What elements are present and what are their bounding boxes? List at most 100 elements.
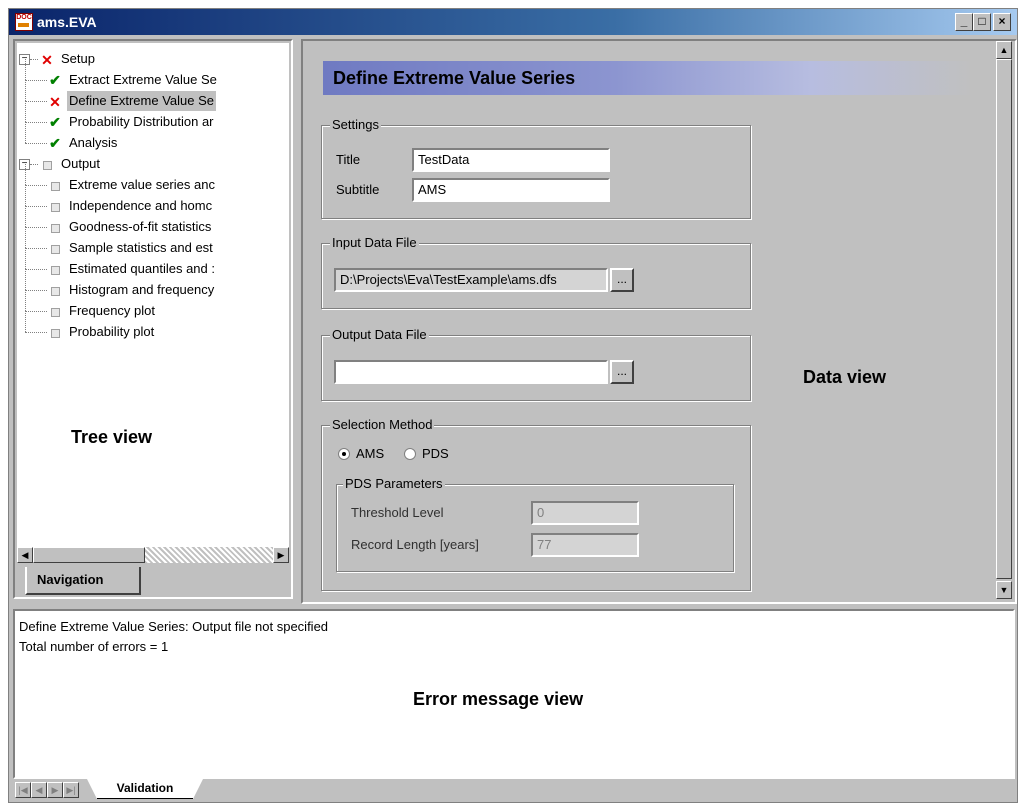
tab-validation-label: Validation — [116, 781, 174, 795]
selection-method-group: Selection Method AMS PDS PDS Parameters … — [321, 418, 751, 591]
tree-item[interactable]: Sample statistics and est — [17, 227, 287, 258]
bottom-tab-bar: |◀ ◀ ▶ ▶| Validation — [13, 779, 1015, 801]
check-icon: ✔ — [49, 135, 61, 151]
tree-item-label: Frequency plot — [69, 303, 155, 318]
minimize-button[interactable]: _ — [955, 13, 973, 31]
subtitle-label: Subtitle — [336, 182, 380, 197]
tree-item[interactable]: ✕ Define Extreme Value Se — [17, 80, 287, 111]
tree-connector — [25, 227, 47, 228]
tree-item[interactable]: Histogram and frequency — [17, 269, 287, 300]
tree-connector — [25, 248, 47, 249]
title-bar[interactable]: DOC ams.EVA _ □ × — [9, 9, 1017, 35]
error-x-icon: ✕ — [41, 52, 53, 68]
check-icon: ✔ — [49, 114, 61, 130]
tree-connector — [25, 227, 26, 248]
next-tab-icon[interactable]: ▶ — [47, 782, 63, 798]
tree-item[interactable]: − Output — [17, 154, 287, 174]
tree-connector — [25, 80, 26, 101]
tree-item[interactable]: ✔ Extract Extreme Value Se — [17, 59, 287, 90]
close-button[interactable]: × — [993, 13, 1011, 31]
tree-connector — [25, 164, 26, 185]
output-file-group: Output Data File ... — [321, 328, 751, 401]
tree-connector — [25, 269, 47, 270]
radio-ams[interactable] — [338, 448, 350, 460]
tree-item[interactable]: Probability plot — [17, 311, 287, 342]
settings-group: Settings Title TestData Subtitle AMS — [321, 118, 751, 219]
empty-status-icon — [51, 287, 60, 296]
tree-item[interactable]: ✔ Analysis — [17, 122, 287, 153]
vertical-scroll-thumb[interactable] — [996, 59, 1012, 579]
selection-method-legend: Selection Method — [330, 417, 435, 432]
tree-item-label: Independence and homc — [69, 198, 213, 213]
tree-item-label: Probability plot — [69, 324, 155, 339]
threshold-input[interactable]: 0 — [531, 501, 639, 525]
tree-connector — [25, 269, 26, 290]
input-file-browse-button[interactable]: ... — [610, 268, 634, 292]
window-title: ams.EVA — [37, 14, 97, 30]
data-view-vertical-scrollbar[interactable]: ▲ ▼ — [995, 41, 1013, 602]
scroll-right-button[interactable]: ▶ — [273, 547, 289, 563]
tree-item[interactable]: − ✕ Setup — [17, 49, 287, 69]
tree-connector — [25, 206, 47, 207]
check-icon: ✔ — [49, 72, 61, 88]
empty-status-icon — [51, 182, 60, 191]
tab-validation[interactable]: Validation — [97, 779, 193, 799]
tree-connector — [25, 122, 47, 123]
scroll-down-button[interactable]: ▼ — [996, 581, 1012, 599]
scroll-up-button[interactable]: ▲ — [996, 41, 1012, 59]
last-tab-icon[interactable]: ▶| — [63, 782, 79, 798]
error-view-label: Error message view — [413, 689, 584, 709]
radio-pds[interactable] — [404, 448, 416, 460]
output-file-legend: Output Data File — [330, 327, 429, 342]
tree-item[interactable]: ✔ Probability Distribution ar — [17, 101, 287, 132]
output-file-browse-button[interactable]: ... — [610, 360, 634, 384]
tree-connector — [25, 290, 26, 311]
tab-navigation[interactable]: Navigation — [25, 567, 141, 595]
empty-status-icon — [51, 203, 60, 212]
radio-ams-label[interactable]: AMS — [356, 446, 384, 462]
prev-tab-icon[interactable]: ◀ — [31, 782, 47, 798]
tree-item-label: Estimated quantiles and : — [69, 261, 215, 276]
tree-item-label: Setup — [61, 51, 95, 66]
subtitle-input[interactable]: AMS — [412, 178, 610, 202]
tree-connector — [25, 80, 47, 81]
first-tab-icon[interactable]: |◀ — [15, 782, 31, 798]
tree-item-label: Sample statistics and est — [69, 240, 213, 255]
tree-horizontal-scrollbar[interactable]: ◀ ▶ — [17, 547, 289, 563]
record-length-input[interactable]: 77 — [531, 533, 639, 557]
empty-status-icon — [51, 245, 60, 254]
tree-tab-strip: Navigation — [15, 563, 291, 597]
scroll-left-button[interactable]: ◀ — [17, 547, 33, 563]
error-x-icon: ✕ — [49, 94, 61, 110]
tree-item[interactable]: Extreme value series anc — [17, 164, 287, 195]
tree-connector — [25, 332, 47, 333]
scroll-thumb[interactable] — [33, 547, 145, 563]
input-file-field[interactable]: D:\Projects\Eva\TestExample\ams.dfs — [334, 268, 608, 292]
output-file-field[interactable] — [334, 360, 608, 384]
threshold-label: Threshold Level — [351, 505, 444, 520]
tab-edge-left — [87, 779, 97, 799]
error-count-line: Total number of errors = 1 — [19, 639, 169, 654]
tree-item-label: Goodness-of-fit statistics — [69, 219, 212, 234]
tree-item[interactable]: Frequency plot — [17, 290, 287, 321]
tree-item[interactable]: Independence and homc — [17, 185, 287, 216]
tree-view: − ✕ Setup ✔ Extract Extreme Value Se ✕ Define … — [17, 43, 289, 563]
doc-icon[interactable]: DOC — [15, 13, 33, 31]
pds-parameters-legend: PDS Parameters — [343, 476, 445, 491]
input-file-legend: Input Data File — [330, 235, 419, 250]
record-length-label: Record Length [years] — [351, 537, 479, 552]
app-window: DOC ams.EVA _ □ × − ✕ Setup ✔ Extract Extrem… — [8, 8, 1018, 803]
tree-connector — [25, 206, 26, 227]
radio-pds-label[interactable]: PDS — [422, 446, 449, 462]
title-input[interactable]: TestData — [412, 148, 610, 172]
scroll-track[interactable] — [145, 547, 273, 563]
maximize-button[interactable]: □ — [973, 13, 991, 31]
tree-connector — [25, 290, 47, 291]
tree-item[interactable]: Goodness-of-fit statistics — [17, 206, 287, 237]
tab-edge-right — [193, 779, 203, 799]
tree-connector — [25, 311, 26, 332]
tree-item[interactable]: Estimated quantiles and : — [17, 248, 287, 279]
error-line: Define Extreme Value Series: Output file… — [19, 619, 329, 634]
tree-item-label: Probability Distribution ar — [69, 114, 214, 129]
tree-connector — [25, 122, 26, 143]
